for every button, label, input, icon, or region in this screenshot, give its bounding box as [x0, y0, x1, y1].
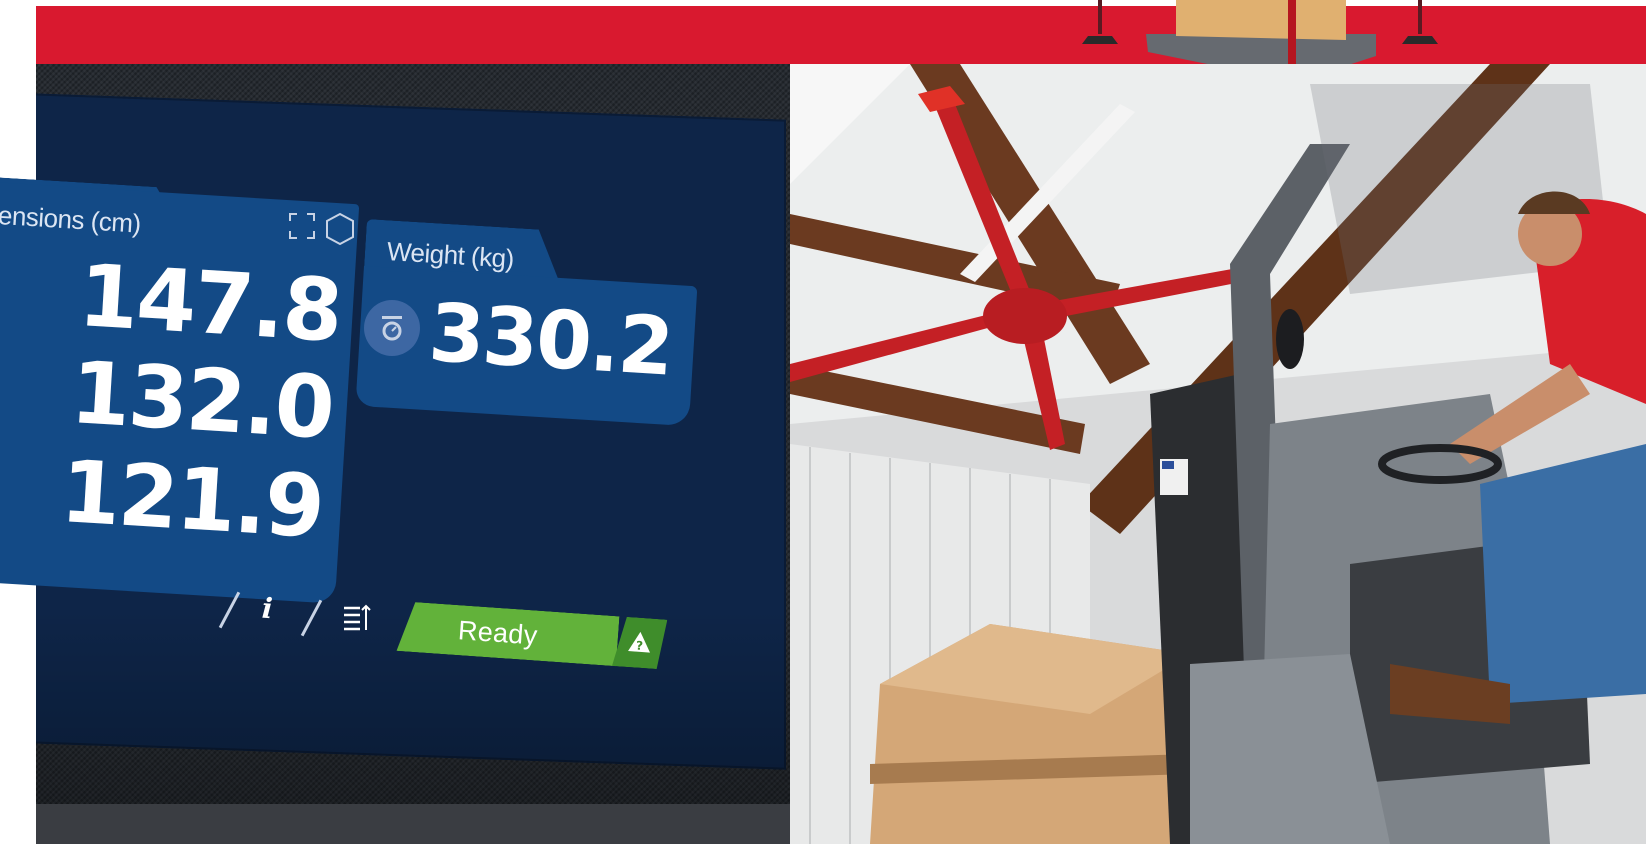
scale-icon[interactable]: [364, 300, 420, 356]
dimension-height-value: 121.9: [57, 442, 326, 558]
warehouse-forklift-photo: [790, 64, 1646, 844]
dimension-length-value: 147.8: [75, 246, 344, 362]
warning-icon[interactable]: ?: [612, 616, 667, 670]
weight-value: 330.2: [426, 286, 675, 394]
svg-text:?: ?: [635, 639, 643, 653]
hexagon-icon[interactable]: [324, 212, 356, 246]
frame-corners-icon[interactable]: [288, 212, 316, 240]
terminal-bezel-bottom: [36, 804, 826, 844]
dimension-width-value: 132.0: [67, 343, 336, 459]
status-label: Ready: [457, 615, 539, 651]
list-sort-icon[interactable]: [340, 600, 372, 634]
info-icon[interactable]: i: [261, 592, 274, 626]
